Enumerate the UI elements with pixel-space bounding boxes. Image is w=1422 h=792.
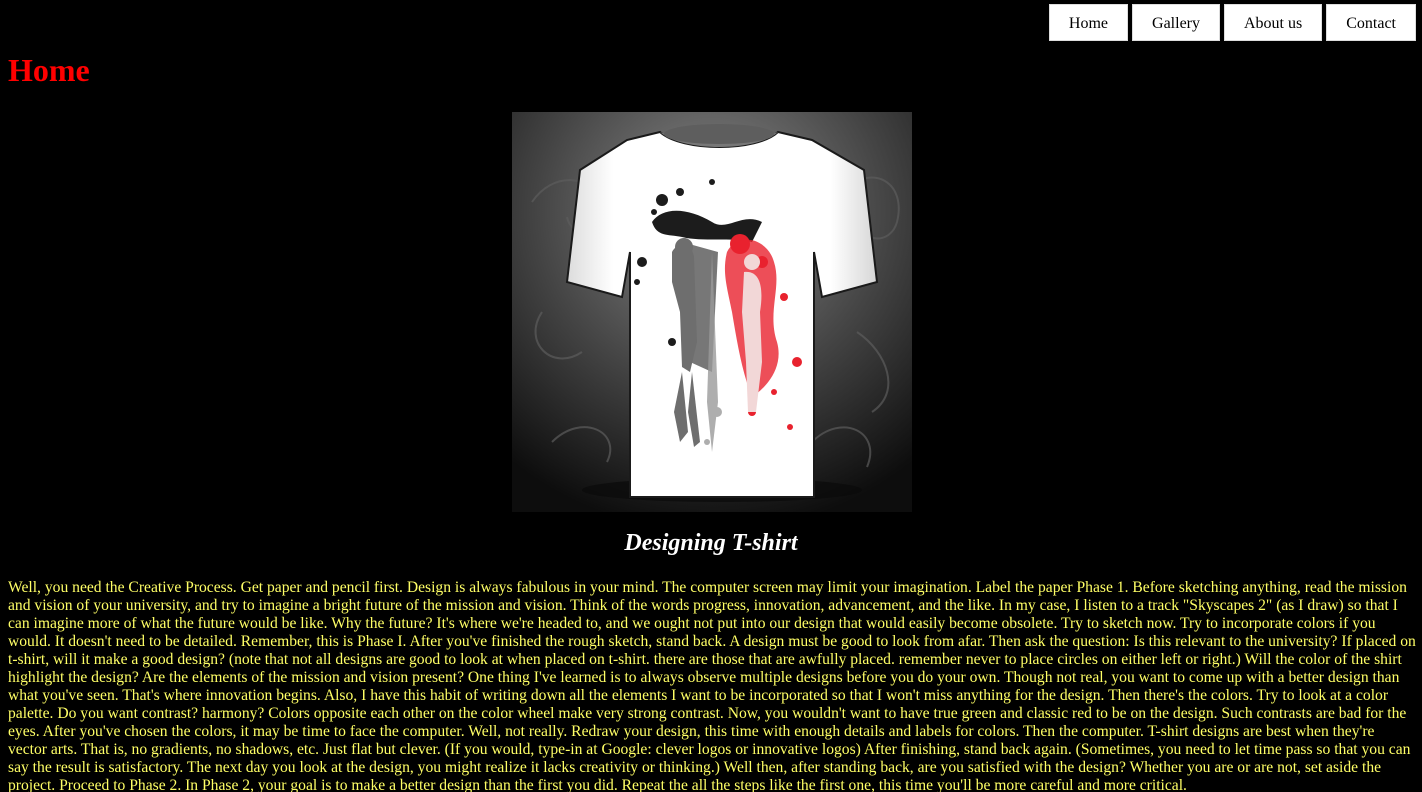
nav-about-button[interactable]: About us [1224,4,1323,41]
top-navigation: Home Gallery About us Contact [1048,4,1416,41]
nav-contact-button[interactable]: Contact [1326,4,1416,41]
nav-home-button[interactable]: Home [1048,4,1129,41]
image-caption: Designing T-shirt [624,530,798,556]
tshirt-image [512,112,912,512]
page-title: Home [8,52,90,88]
nav-gallery-button[interactable]: Gallery [1132,4,1220,41]
article-text: Well, you need the Creative Process. Get… [8,579,1416,792]
